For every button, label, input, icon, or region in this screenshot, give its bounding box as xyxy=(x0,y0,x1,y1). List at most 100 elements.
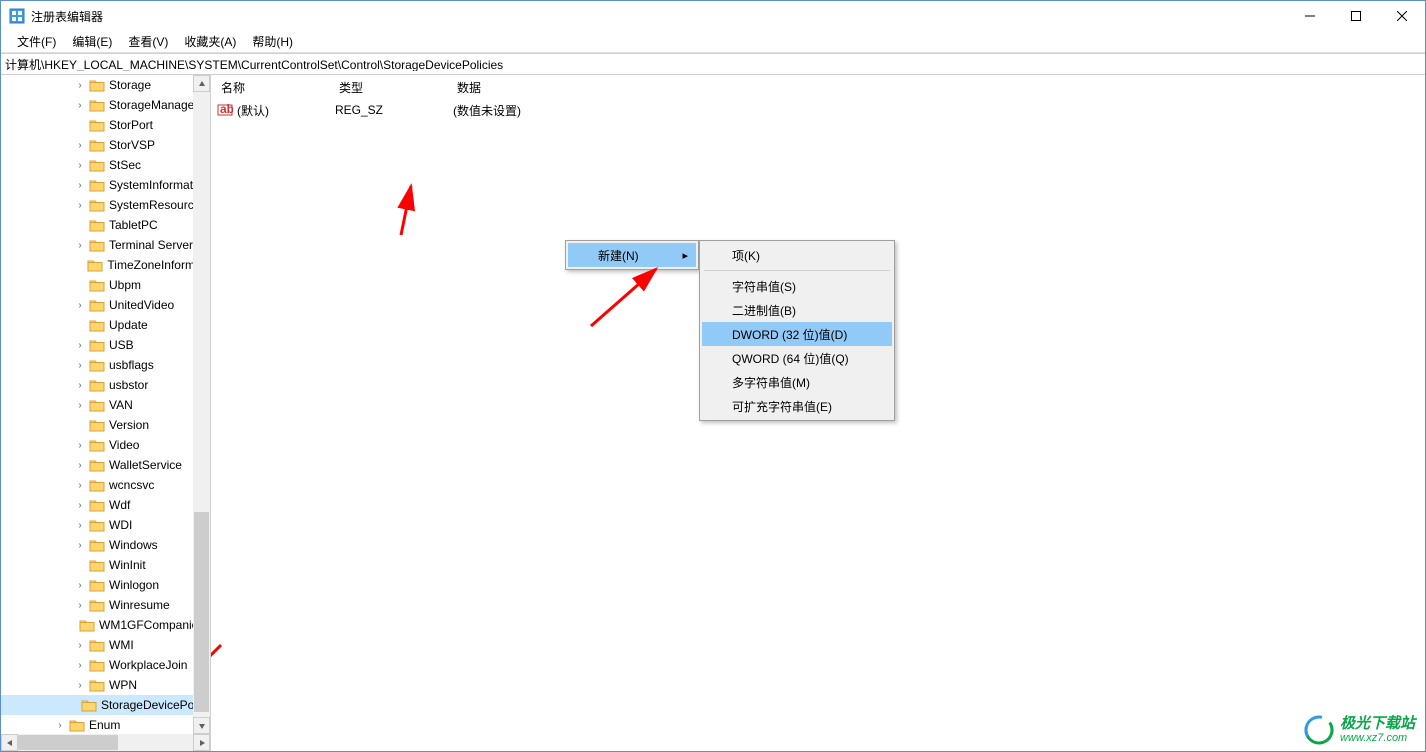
scroll-down-button[interactable] xyxy=(193,717,210,734)
scroll-left-button[interactable] xyxy=(1,734,18,751)
submenu-expand[interactable]: 可扩充字符串值(E) xyxy=(702,394,892,418)
submenu-multi-label: 多字符串值(M) xyxy=(732,374,810,391)
tree-item[interactable]: StorageManagement xyxy=(1,95,210,115)
maximize-button[interactable] xyxy=(1333,1,1379,31)
tree-item[interactable]: Update xyxy=(1,315,210,335)
tree-item[interactable]: Winlogon xyxy=(1,575,210,595)
folder-icon xyxy=(89,178,105,192)
tree-item-label: Wdf xyxy=(109,498,130,512)
submenu-expand-label: 可扩充字符串值(E) xyxy=(732,398,832,415)
tree-item[interactable]: Video xyxy=(1,435,210,455)
folder-icon xyxy=(89,398,105,412)
menu-view[interactable]: 查看(V) xyxy=(120,31,176,52)
scroll-thumb[interactable] xyxy=(194,512,209,712)
folder-icon xyxy=(79,618,95,632)
watermark-name: 极光下载站 xyxy=(1340,716,1415,733)
tree-item[interactable]: StSec xyxy=(1,155,210,175)
tree-item[interactable]: WPN xyxy=(1,675,210,695)
string-value-icon: ab xyxy=(217,102,233,118)
menu-help[interactable]: 帮助(H) xyxy=(244,31,301,52)
context-new[interactable]: 新建(N) ▸ xyxy=(568,243,696,267)
tree-item[interactable]: Version xyxy=(1,415,210,435)
submenu-arrow-icon: ▸ xyxy=(682,249,688,262)
context-new-label: 新建(N) xyxy=(598,247,639,264)
window-title: 注册表编辑器 xyxy=(31,8,1287,25)
tree-item[interactable]: UnitedVideo xyxy=(1,295,210,315)
tree-item[interactable]: VAN xyxy=(1,395,210,415)
tree-item[interactable]: wcncsvc xyxy=(1,475,210,495)
menu-bar: 文件(F) 编辑(E) 查看(V) 收藏夹(A) 帮助(H) xyxy=(1,31,1425,53)
tree-item-label: usbflags xyxy=(109,358,154,372)
col-type[interactable]: 类型 xyxy=(329,79,447,96)
folder-icon xyxy=(89,318,105,332)
submenu-dword[interactable]: DWORD (32 位)值(D) xyxy=(702,322,892,346)
tree-item[interactable]: TabletPC xyxy=(1,215,210,235)
tree-item[interactable]: Ubpm xyxy=(1,275,210,295)
tree-item[interactable]: SystemInformation xyxy=(1,175,210,195)
submenu-key[interactable]: 项(K) xyxy=(702,243,892,267)
watermark: 极光下载站 www.xz7.com xyxy=(1304,715,1415,745)
value-list[interactable]: 名称 类型 数据 ab (默认) REG_SZ (数值未设置) 新建(N) ▸ xyxy=(211,75,1425,751)
tree-item[interactable]: usbstor xyxy=(1,375,210,395)
tree-item[interactable]: Windows xyxy=(1,535,210,555)
tree-item[interactable]: Terminal Server xyxy=(1,235,210,255)
tree-item[interactable]: WinInit xyxy=(1,555,210,575)
tree-item-label: Version xyxy=(109,418,149,432)
folder-icon xyxy=(89,118,105,132)
submenu-binary[interactable]: 二进制值(B) xyxy=(702,298,892,322)
folder-icon xyxy=(89,138,105,152)
watermark-url: www.xz7.com xyxy=(1340,732,1415,744)
tree-item[interactable]: WDI xyxy=(1,515,210,535)
tree-item[interactable]: StorageDevicePolicies xyxy=(1,695,210,715)
tree-item[interactable]: WorkplaceJoin xyxy=(1,655,210,675)
tree-vertical-scrollbar[interactable] xyxy=(193,75,210,734)
tree-item-label: VAN xyxy=(109,398,133,412)
submenu-string-label: 字符串值(S) xyxy=(732,278,796,295)
scroll-right-button[interactable] xyxy=(193,734,210,751)
value-name: (默认) xyxy=(237,102,335,119)
submenu-multi[interactable]: 多字符串值(M) xyxy=(702,370,892,394)
list-row[interactable]: ab (默认) REG_SZ (数值未设置) xyxy=(211,99,1425,121)
tree-item[interactable]: WalletService xyxy=(1,455,210,475)
minimize-button[interactable] xyxy=(1287,1,1333,31)
tree-item[interactable]: USB xyxy=(1,335,210,355)
submenu-qword[interactable]: QWORD (64 位)值(Q) xyxy=(702,346,892,370)
col-name[interactable]: 名称 xyxy=(211,79,329,96)
tree-item[interactable]: WMI xyxy=(1,635,210,655)
hscroll-thumb[interactable] xyxy=(18,735,118,750)
menu-edit[interactable]: 编辑(E) xyxy=(64,31,120,52)
menu-favorites[interactable]: 收藏夹(A) xyxy=(176,31,244,52)
tree-horizontal-scrollbar[interactable] xyxy=(1,734,210,751)
context-menu: 新建(N) ▸ xyxy=(565,240,699,270)
title-bar: 注册表编辑器 xyxy=(1,1,1425,31)
tree-item[interactable]: SystemResources xyxy=(1,195,210,215)
menu-file[interactable]: 文件(F) xyxy=(9,31,64,52)
tree-item[interactable]: TimeZoneInformation xyxy=(1,255,210,275)
folder-icon xyxy=(89,378,105,392)
tree-item-label: SystemResources xyxy=(109,198,206,212)
tree-item[interactable]: usbflags xyxy=(1,355,210,375)
close-button[interactable] xyxy=(1379,1,1425,31)
tree-item[interactable]: Winresume xyxy=(1,595,210,615)
tree-item-label: Terminal Server xyxy=(109,238,193,252)
tree-item-label: StorPort xyxy=(109,118,153,132)
tree-item-label: Ubpm xyxy=(109,278,141,292)
tree-item[interactable]: StorVSP xyxy=(1,135,210,155)
col-data[interactable]: 数据 xyxy=(447,79,1425,96)
tree-item[interactable]: WM1GFCompanionFilter xyxy=(1,615,210,635)
tree-item[interactable]: Enum xyxy=(1,715,210,734)
tree-item-label: WDI xyxy=(109,518,132,532)
registry-tree[interactable]: StorageStorageManagementStorPortStorVSPS… xyxy=(1,75,210,734)
tree-item[interactable]: StorPort xyxy=(1,115,210,135)
folder-icon xyxy=(89,238,105,252)
address-input[interactable] xyxy=(5,57,1425,71)
scroll-up-button[interactable] xyxy=(193,75,210,92)
folder-icon xyxy=(89,498,105,512)
folder-icon xyxy=(89,478,105,492)
submenu-string[interactable]: 字符串值(S) xyxy=(702,274,892,298)
tree-item-label: WPN xyxy=(109,678,137,692)
tree-item[interactable]: Storage xyxy=(1,75,210,95)
tree-item[interactable]: Wdf xyxy=(1,495,210,515)
address-bar xyxy=(1,53,1425,75)
svg-text:ab: ab xyxy=(220,102,233,116)
